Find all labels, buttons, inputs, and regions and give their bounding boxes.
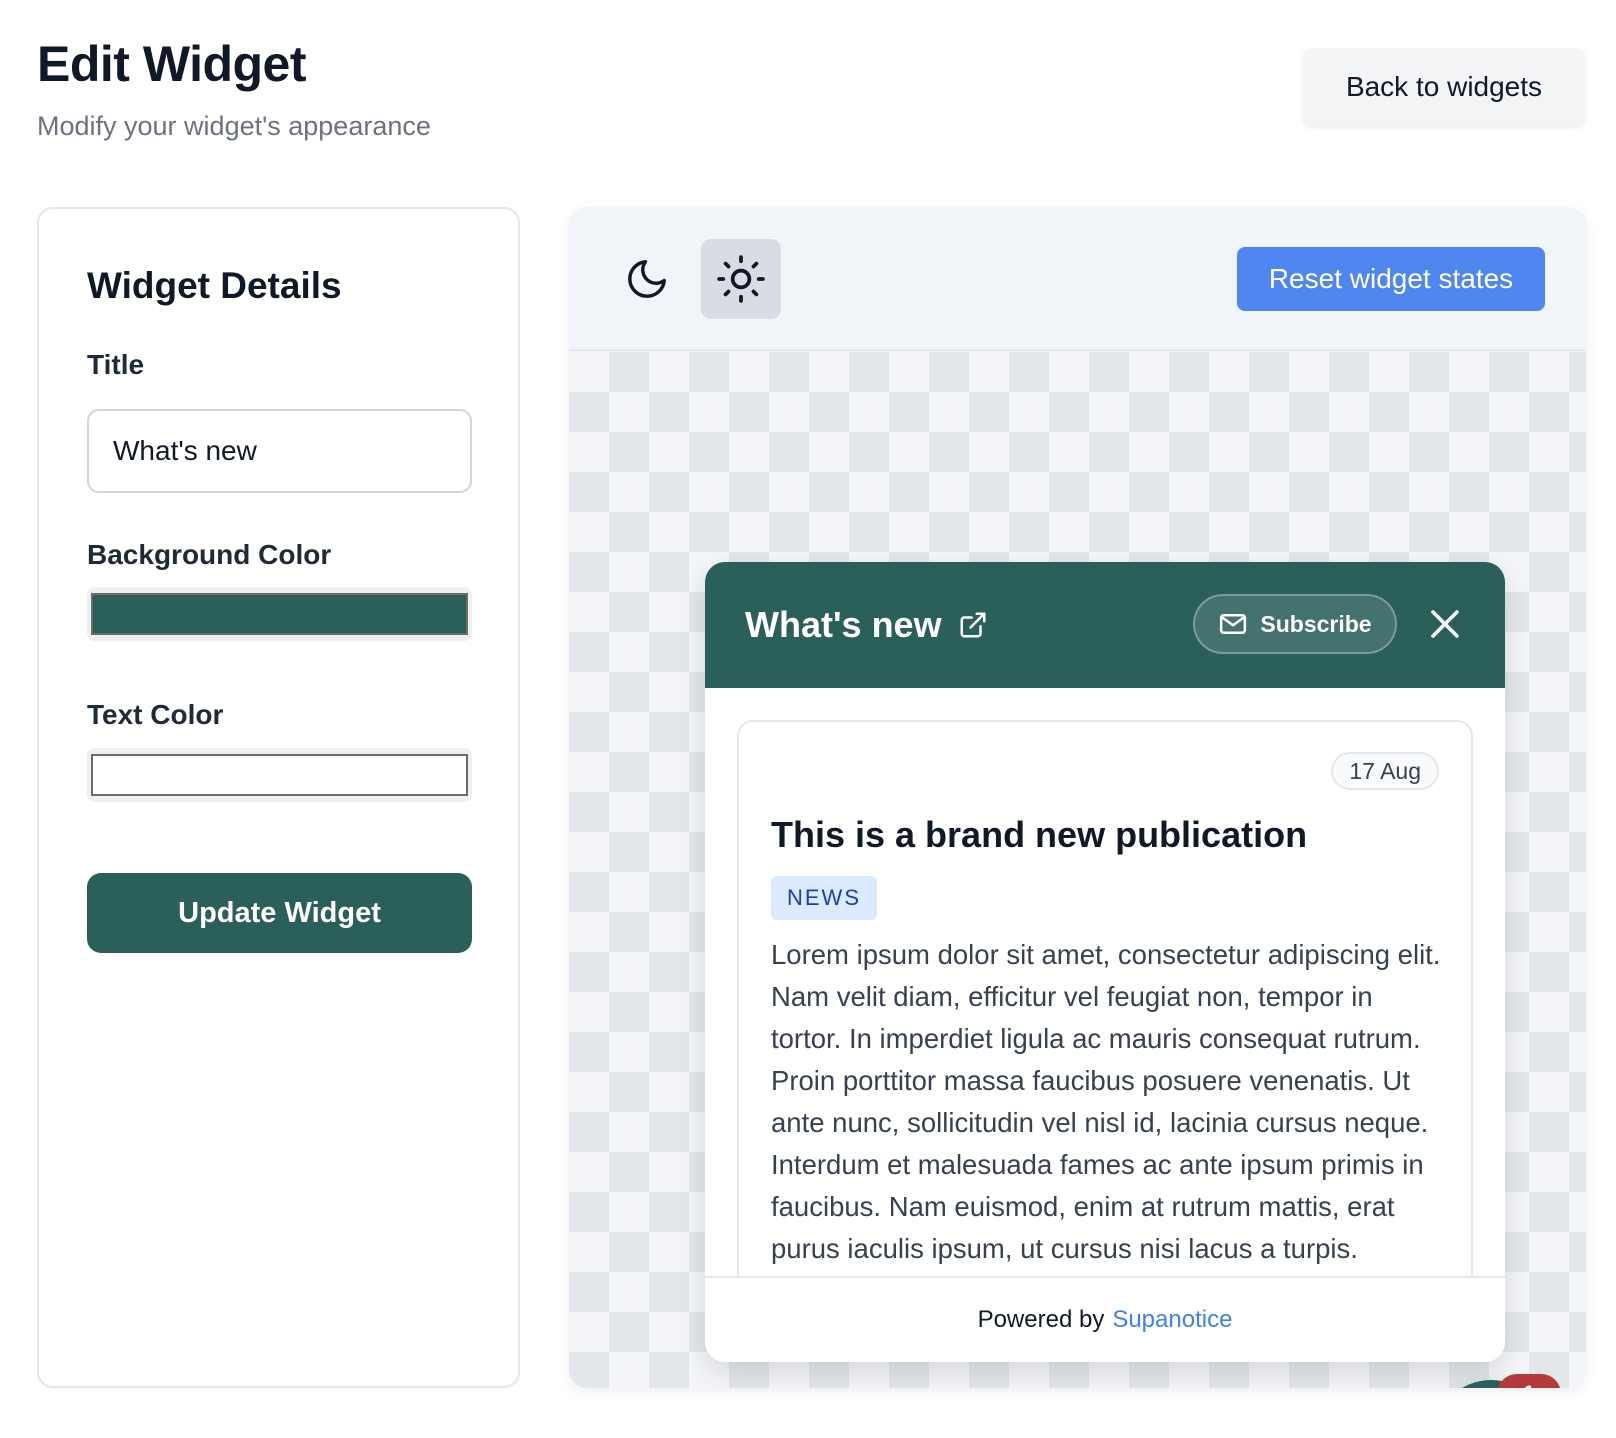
- back-to-widgets-button[interactable]: Back to widgets: [1303, 48, 1585, 126]
- sun-icon: [717, 255, 765, 303]
- post-title: This is a brand new publication: [771, 814, 1308, 855]
- widget-details-heading: Widget Details: [87, 265, 342, 306]
- light-theme-button[interactable]: [701, 239, 781, 319]
- widget-details-panel: Widget Details Title Background Color Te…: [37, 207, 520, 1388]
- post-date: 17 Aug: [1331, 752, 1439, 790]
- title-label: Title: [87, 349, 145, 380]
- subscribe-label: Subscribe: [1260, 610, 1372, 637]
- text-color-swatch: [91, 754, 468, 796]
- text-color-label: Text Color: [87, 699, 224, 730]
- widget-popup: What's new Subscribe 17 Aug This is a br…: [705, 562, 1505, 1362]
- preview-canvas: What's new Subscribe 17 Aug This is a br…: [569, 352, 1586, 1388]
- post-body: Lorem ipsum dolor sit amet, consectetur …: [771, 939, 1441, 1264]
- update-widget-button[interactable]: Update Widget: [87, 873, 472, 953]
- page-header: Edit Widget Modify your widget's appeara…: [37, 34, 431, 142]
- background-color-swatch: [91, 593, 468, 635]
- moon-icon: [628, 260, 666, 298]
- mail-icon: [1220, 614, 1247, 634]
- background-color-picker[interactable]: [87, 587, 472, 641]
- page-title: Edit Widget: [37, 36, 307, 92]
- widget-body: 17 Aug This is a brand new publication N…: [705, 688, 1505, 1276]
- subscribe-button[interactable]: Subscribe: [1193, 594, 1397, 654]
- page-subtitle: Modify your widget's appearance: [37, 111, 431, 141]
- title-input[interactable]: [87, 409, 472, 493]
- supanotice-link[interactable]: Supanotice: [1112, 1306, 1232, 1334]
- widget-title: What's new: [745, 604, 942, 645]
- close-icon[interactable]: [1427, 606, 1463, 642]
- post-tag: NEWS: [771, 876, 877, 920]
- reset-widget-states-button[interactable]: Reset widget states: [1237, 247, 1545, 311]
- dark-theme-button[interactable]: [607, 239, 687, 319]
- background-color-label: Background Color: [87, 539, 332, 570]
- notification-badge: 1: [1497, 1374, 1561, 1388]
- widget-header: What's new Subscribe: [705, 562, 1505, 688]
- external-link-icon[interactable]: [958, 610, 988, 640]
- footer-prefix: Powered by: [977, 1306, 1105, 1333]
- post-card[interactable]: 17 Aug This is a brand new publication N…: [737, 720, 1473, 1276]
- text-color-picker[interactable]: [87, 748, 472, 802]
- widget-preview: Reset widget states What's new Subscribe: [569, 207, 1586, 1388]
- preview-toolbar: Reset widget states: [569, 207, 1586, 351]
- widget-footer: Powered by Supanotice: [705, 1276, 1505, 1362]
